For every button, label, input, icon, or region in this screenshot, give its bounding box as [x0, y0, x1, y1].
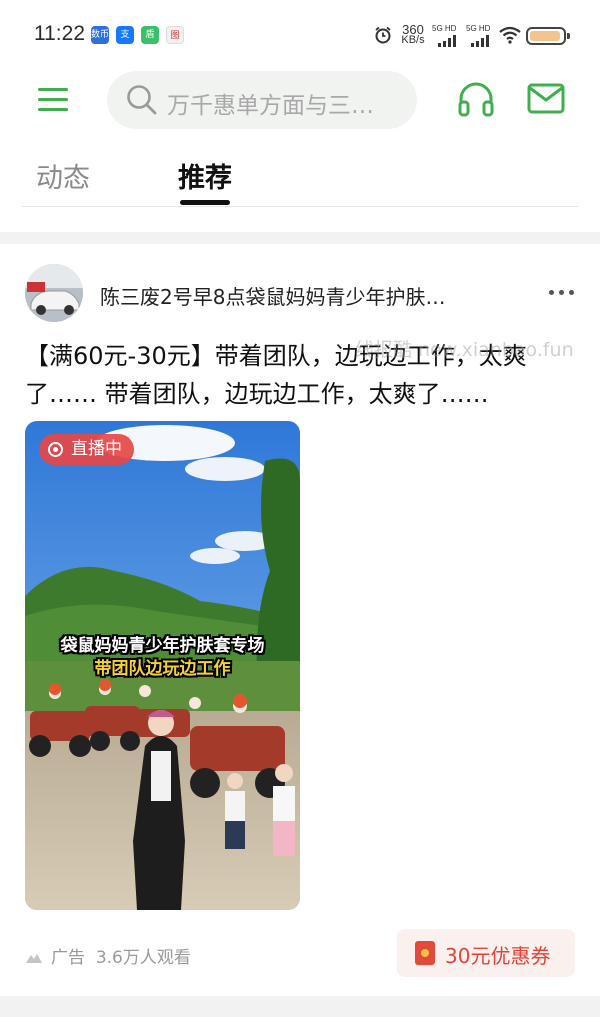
section-separator: [0, 996, 600, 1017]
feed-tabs: 动态 推荐: [0, 150, 600, 208]
ad-icon: [26, 954, 42, 963]
video-caption-line2: 带团队边玩边工作: [94, 659, 231, 679]
net-speed-unit: KB/s: [401, 34, 425, 46]
live-dot-icon: [48, 442, 63, 457]
tab-recommend[interactable]: 推荐: [178, 156, 232, 195]
live-video-thumbnail[interactable]: 直播中 袋鼠妈妈青少年护肤套专场 带团队边玩边工作: [25, 421, 300, 910]
live-badge: 直播中: [39, 434, 134, 465]
search-icon: [127, 85, 157, 115]
menu-icon[interactable]: [38, 86, 68, 114]
headset-icon[interactable]: [456, 80, 496, 120]
status-bar: 11:22 数币 支 盾 图 360 KB/s 5G HD 5G HD: [0, 0, 600, 68]
post-author[interactable]: 陈三废2号早8点袋鼠妈妈青少年护肤…: [100, 281, 510, 310]
watermark: 线报酷 new.xianbao.fun: [355, 339, 574, 361]
search-placeholder: 万千惠单方面与三…: [167, 93, 374, 119]
app-badge-picture: 图: [166, 26, 184, 44]
coupon-label: 30元优惠券: [445, 944, 551, 968]
app-badge-alipay: 支: [116, 26, 134, 44]
divider: [22, 206, 578, 207]
alarm-icon: [375, 26, 391, 44]
app-badge-digital-currency: 数币: [91, 26, 109, 44]
signal-label: 5G HD: [466, 24, 491, 33]
mail-icon[interactable]: [527, 82, 565, 116]
ad-label: 广告: [51, 948, 85, 968]
tab-follow[interactable]: 动态: [36, 156, 90, 195]
active-tab-indicator: [180, 200, 230, 205]
view-count: 3.6万人观看: [95, 948, 191, 968]
signal-icon: [438, 35, 456, 47]
live-badge-label: 直播中: [71, 439, 122, 459]
net-speed: 360 KB/s: [400, 23, 426, 46]
app-badge-shield: 盾: [141, 26, 159, 44]
red-packet-icon: [415, 941, 435, 965]
more-icon[interactable]: [549, 283, 577, 303]
video-caption-line1: 袋鼠妈妈青少年护肤套专场: [60, 636, 265, 656]
signal-icon: [471, 35, 489, 47]
post-meta: 广告 3.6万人观看: [25, 943, 191, 968]
section-separator: [0, 232, 600, 244]
avatar[interactable]: [25, 264, 83, 322]
coupon-button[interactable]: 30元优惠券: [397, 929, 575, 977]
status-time: 11:22: [34, 22, 85, 45]
wifi-icon: [499, 26, 521, 44]
search-input[interactable]: 万千惠单方面与三…: [107, 71, 417, 129]
battery-icon: [526, 27, 570, 45]
signal-label: 5G HD: [432, 24, 457, 33]
